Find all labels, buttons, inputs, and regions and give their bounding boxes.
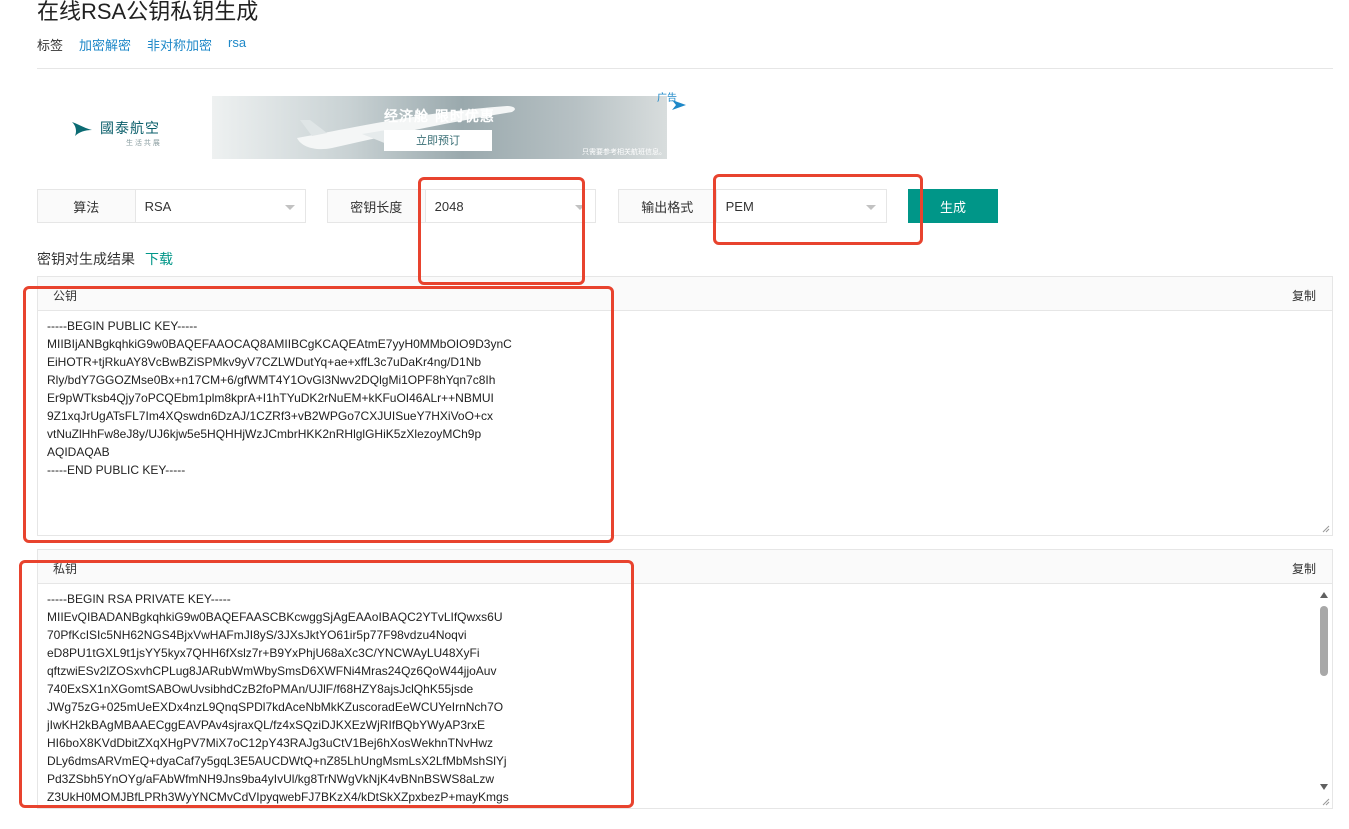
public-key-panel: 公钥 复制 -----BEGIN PUBLIC KEY----- MIIBIjA…	[37, 276, 1333, 536]
tags-label: 标签	[37, 38, 64, 53]
ad-fineprint: 只需要参考相关航班信息。	[582, 148, 666, 156]
scroll-thumb[interactable]	[1320, 606, 1328, 676]
private-key-title: 私钥	[53, 562, 78, 576]
key-length-select[interactable]: 2048	[425, 190, 595, 222]
output-format-value: PEM	[725, 198, 754, 214]
public-key-title: 公钥	[53, 289, 78, 303]
algorithm-label: 算法	[38, 190, 136, 222]
tag-link-asymmetric[interactable]: 非对称加密	[147, 35, 212, 54]
resize-handle-icon[interactable]	[1322, 798, 1330, 806]
ad-banner[interactable]: 经济舱 限时优惠 立即预订 只需要参考相关航班信息。	[212, 96, 667, 159]
key-length-label: 密钥长度	[328, 190, 426, 222]
ad-logo-text: 國泰航空	[100, 121, 160, 137]
copy-public-key-button[interactable]: 复制	[1292, 287, 1316, 304]
public-key-header: 公钥 复制	[38, 277, 1332, 311]
ad-headline: 经济舱 限时优惠	[384, 109, 495, 125]
private-key-content: -----BEGIN RSA PRIVATE KEY----- MIIEvQIB…	[47, 592, 509, 804]
ad-book-button[interactable]: 立即预订	[384, 130, 492, 151]
private-key-textarea[interactable]: -----BEGIN RSA PRIVATE KEY----- MIIEvQIB…	[38, 584, 1332, 808]
scroll-up-icon[interactable]	[1320, 592, 1328, 598]
public-key-content: -----BEGIN PUBLIC KEY----- MIIBIjANBgkqh…	[47, 319, 512, 477]
algorithm-select[interactable]: RSA	[135, 190, 305, 222]
algorithm-field: 算法 RSA	[37, 189, 306, 223]
resize-handle-icon[interactable]	[1322, 525, 1330, 533]
generate-button[interactable]: 生成	[908, 189, 998, 223]
private-key-scrollbar[interactable]	[1319, 588, 1329, 804]
result-heading: 密钥对生成结果 下载	[37, 249, 173, 269]
page-title: 在线RSA公钥私钥生成	[37, 0, 259, 24]
ad-logo[interactable]: 國泰航空 生 活 共 展	[70, 108, 180, 148]
chevron-down-icon	[866, 205, 876, 210]
tag-link-rsa[interactable]: rsa	[228, 35, 246, 54]
ad-logo-subtext: 生 活 共 展	[126, 140, 160, 147]
tag-list: 标签 加密解密 非对称加密 rsa	[37, 35, 246, 54]
output-format-label: 输出格式	[619, 190, 717, 222]
result-title: 密钥对生成结果	[37, 251, 135, 267]
private-key-panel: 私钥 复制 -----BEGIN RSA PRIVATE KEY----- MI…	[37, 549, 1333, 809]
airline-wing-icon	[72, 122, 92, 136]
output-format-field: 输出格式 PEM	[618, 189, 887, 223]
tag-link-crypto[interactable]: 加密解密	[79, 35, 131, 54]
copy-private-key-button[interactable]: 复制	[1292, 560, 1316, 577]
key-length-field: 密钥长度 2048	[327, 189, 596, 223]
private-key-header: 私钥 复制	[38, 550, 1332, 584]
algorithm-value: RSA	[144, 198, 172, 214]
scroll-down-icon[interactable]	[1320, 784, 1328, 790]
ad-choices-icon[interactable]	[672, 100, 686, 110]
chevron-down-icon	[575, 205, 585, 210]
download-link[interactable]: 下载	[145, 251, 173, 267]
output-format-select[interactable]: PEM	[716, 190, 886, 222]
chevron-down-icon	[285, 205, 295, 210]
public-key-textarea[interactable]: -----BEGIN PUBLIC KEY----- MIIBIjANBgkqh…	[38, 311, 1332, 535]
header-divider	[37, 68, 1333, 69]
key-length-value: 2048	[434, 198, 464, 214]
